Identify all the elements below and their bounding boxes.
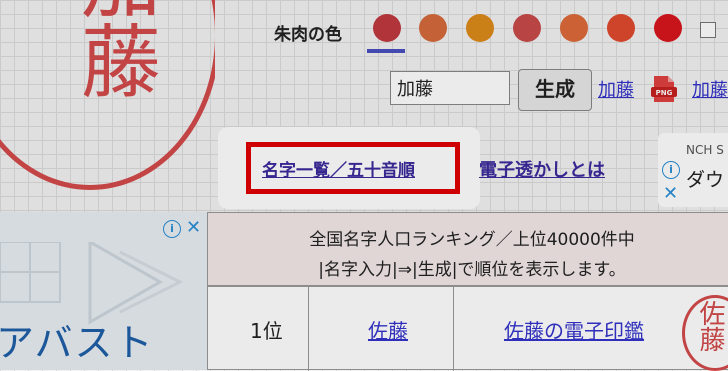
close-icon[interactable]: ✕ — [186, 217, 201, 238]
color-swatch-1[interactable] — [373, 14, 401, 42]
color-swatch-6[interactable] — [607, 14, 635, 42]
info-icon[interactable]: i — [662, 161, 680, 179]
ranking-title: 全国名字人口ランキング／上位40000件中 — [309, 230, 635, 250]
close-icon[interactable]: ✕ — [663, 183, 678, 204]
cell-divider — [453, 287, 454, 371]
name-input[interactable] — [390, 71, 510, 105]
stamp-page-link[interactable]: 佐藤の電子印鑑 — [504, 315, 644, 344]
rank-number: 1位 — [250, 319, 283, 343]
table-row: 1位 佐藤 佐藤の電子印鑑 佐藤 — [207, 286, 728, 371]
png-file-icon[interactable]: PNG — [651, 75, 677, 103]
ad-banner-right[interactable]: NCH S i ダウ ✕ — [658, 133, 728, 207]
watermark-info-link[interactable]: 電子透かしとは — [479, 156, 605, 182]
ranking-instructions: |名字入力|⇒|生成|で順位を表示します。 — [318, 260, 626, 280]
mini-stamp-icon[interactable]: 佐藤 — [682, 295, 728, 371]
surname-link[interactable]: 佐藤 — [368, 315, 408, 344]
color-label: 朱肉の色 — [274, 25, 342, 45]
generate-button[interactable]: 生成 — [518, 69, 592, 111]
result-link[interactable]: 加藤 — [598, 76, 634, 102]
svg-text:PNG: PNG — [656, 89, 673, 97]
ad-brand: NCH S — [686, 143, 724, 157]
ad-text: ダウ — [686, 169, 725, 191]
color-swatch-3[interactable] — [466, 14, 494, 42]
ranking-header: 全国名字人口ランキング／上位40000件中 |名字入力|⇒|生成|で順位を表示し… — [207, 212, 728, 286]
info-icon[interactable]: i — [163, 220, 181, 238]
surname-list-link[interactable]: 名字一覧／五十音順 — [262, 156, 415, 181]
selected-color-indicator — [367, 49, 405, 53]
stamp-text: 加藤 — [68, 0, 161, 100]
result-link-2[interactable]: 加藤 — [692, 76, 728, 102]
stamp-preview: 加藤 — [0, 0, 215, 210]
color-swatch-2[interactable] — [419, 14, 447, 42]
ad-brand: アバスト — [0, 321, 155, 365]
cell-divider — [308, 287, 309, 371]
color-swatch-5[interactable] — [560, 14, 588, 42]
mini-stamp-text: 佐藤 — [695, 300, 725, 352]
ad-banner-left[interactable]: i ✕ アバスト — [0, 212, 207, 370]
color-swatch-7[interactable] — [654, 14, 682, 42]
color-swatch-4[interactable] — [513, 14, 541, 42]
option-checkbox[interactable] — [700, 22, 716, 38]
